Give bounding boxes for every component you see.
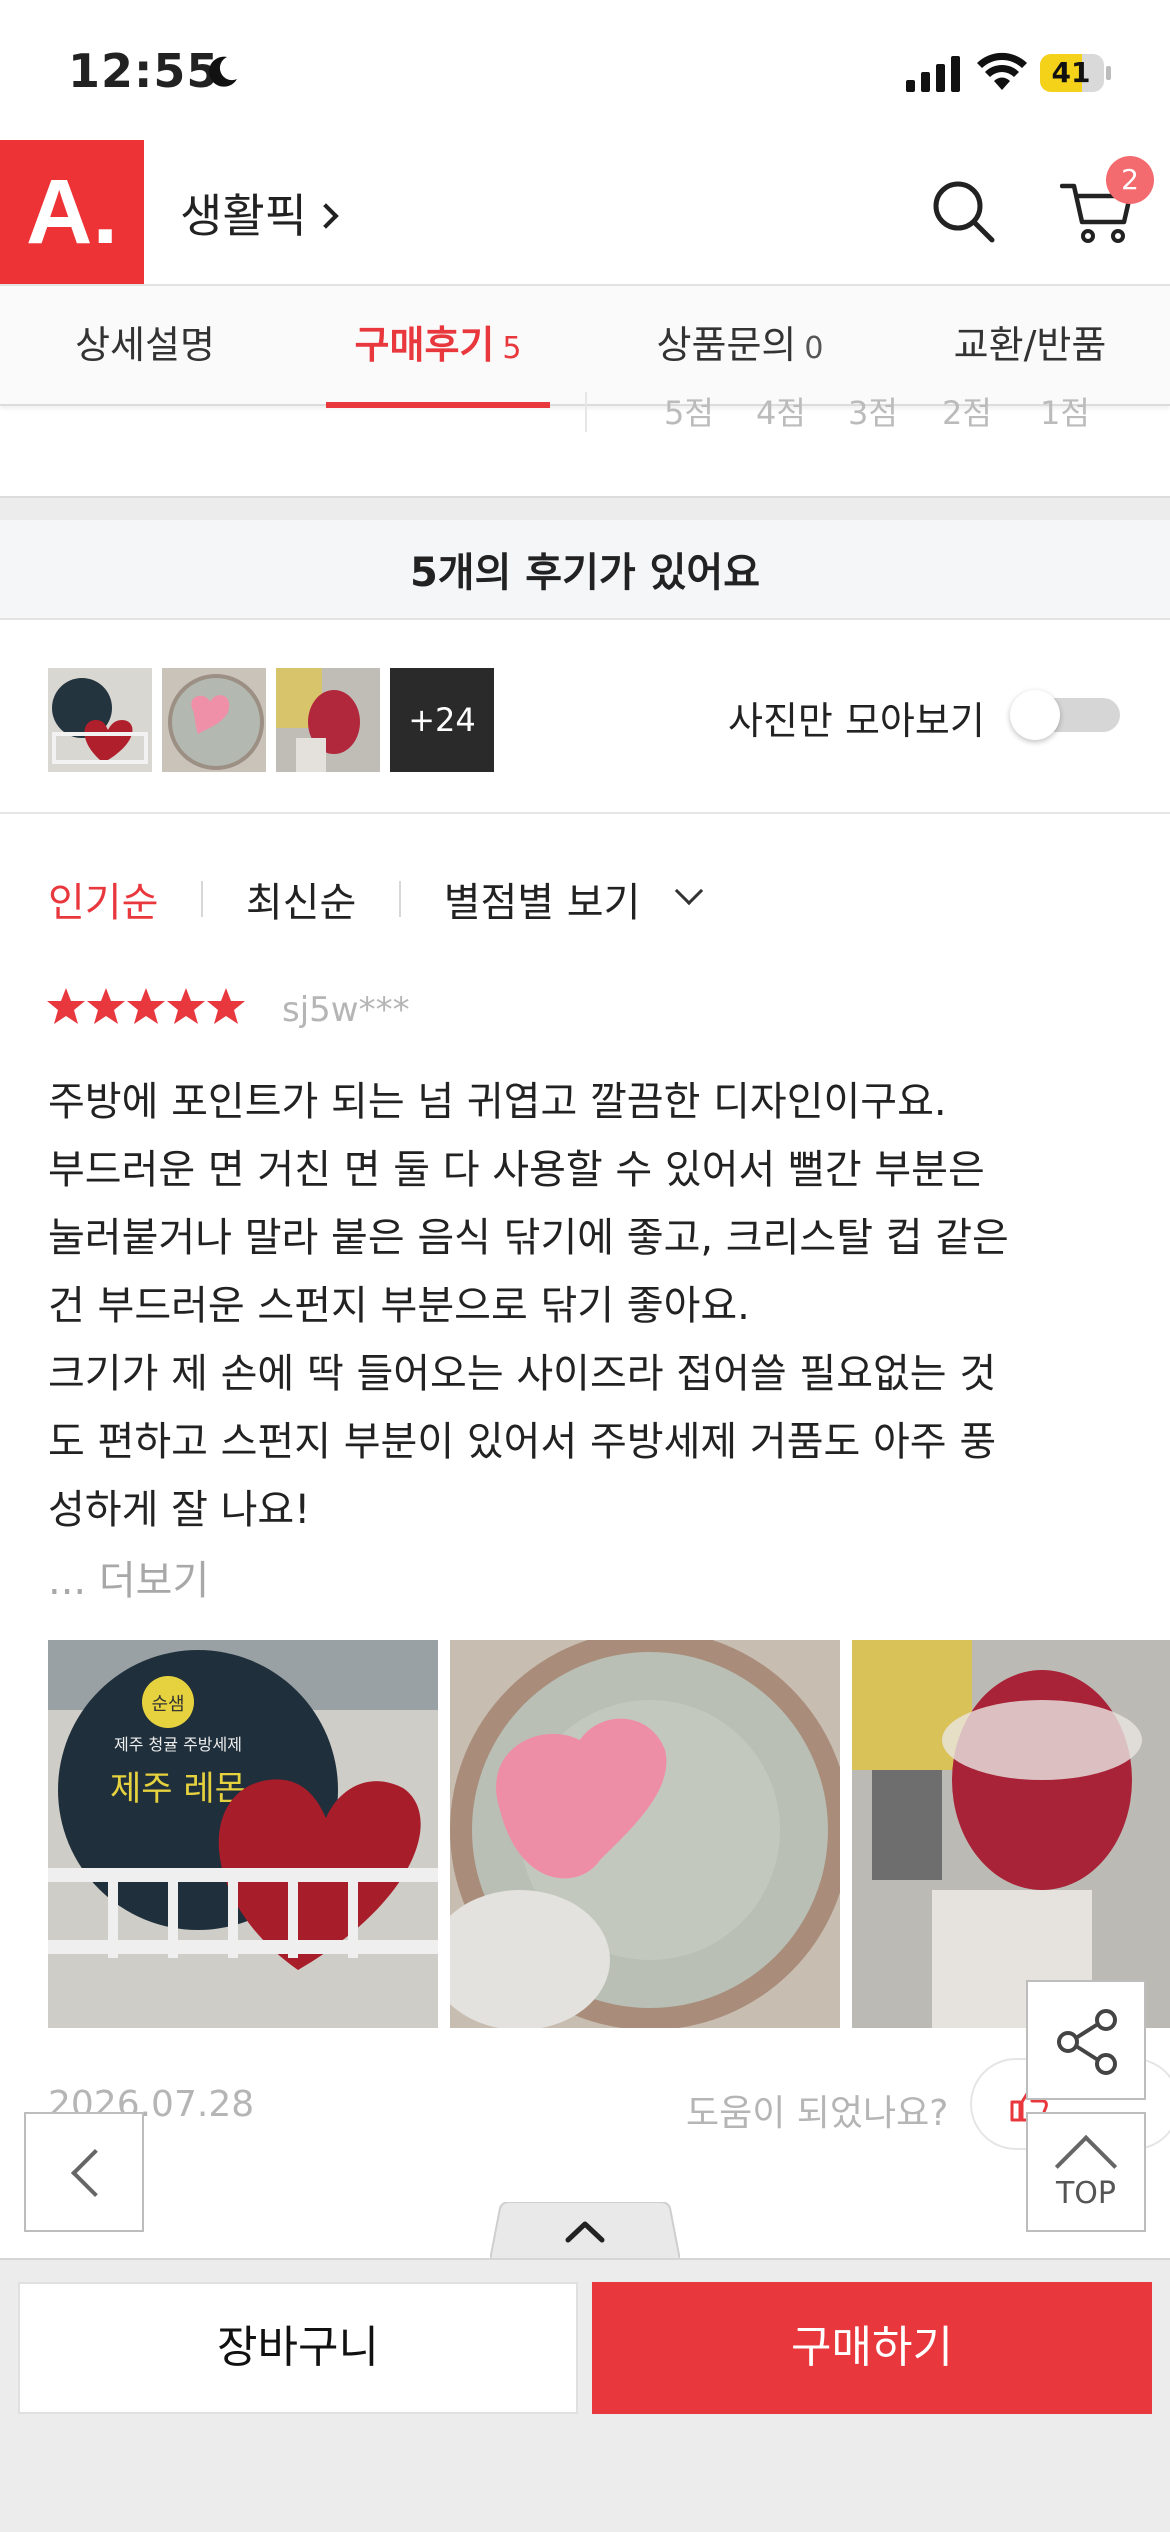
category-breadcrumb[interactable]: 생활픽 xyxy=(180,180,339,246)
buy-now-button[interactable]: 구매하기 xyxy=(592,2282,1152,2414)
status-time: 12:55 xyxy=(68,44,220,98)
rating-axis-label: 4점 xyxy=(756,394,806,432)
star-icon xyxy=(207,988,245,1024)
review-photo[interactable] xyxy=(852,1640,1170,2028)
divider xyxy=(201,881,204,917)
photo-only-toggle[interactable] xyxy=(1010,690,1120,740)
read-more-link[interactable]: ... 더보기 xyxy=(48,1548,209,1606)
sort-by-rating[interactable]: 별점별 보기 xyxy=(444,870,641,928)
cart-count-badge: 2 xyxy=(1106,156,1154,204)
expand-handle[interactable] xyxy=(490,2202,680,2262)
review-photo-image: 순샘 제주 청귤 주방세제 제주 레몬 xyxy=(48,1640,438,2028)
svg-text:순샘: 순샘 xyxy=(151,1694,184,1715)
share-icon xyxy=(1057,2009,1117,2075)
tab-count: 5 xyxy=(502,331,522,366)
tab-returns[interactable]: 교환/반품 xyxy=(920,286,1140,406)
battery-level: 41 xyxy=(1051,56,1091,89)
rating-axis-label: 5점 xyxy=(664,394,714,432)
scroll-top-button[interactable]: TOP xyxy=(1026,2112,1146,2232)
sort-popular[interactable]: 인기순 xyxy=(48,870,158,928)
moon-icon xyxy=(208,56,237,87)
photo-caption: 제주 레몬 xyxy=(110,1769,246,1809)
back-button[interactable] xyxy=(24,2112,144,2232)
review-thumbnail[interactable] xyxy=(162,668,266,772)
rating-distribution-axis: 5점 4점 3점 2점 1점 xyxy=(0,392,1170,432)
toggle-knob xyxy=(1010,690,1060,740)
thumbnail-image xyxy=(162,668,266,772)
purchase-bar: 장바구니 구매하기 xyxy=(0,2258,1170,2532)
star-icon xyxy=(127,988,165,1024)
review-photos: 순샘 제주 청귤 주방세제 제주 레몬 xyxy=(48,1640,1170,2028)
tab-label: 상품문의 xyxy=(656,323,797,367)
status-bar: 12:55 41 xyxy=(0,0,1170,140)
reviewer-id: sj5w*** xyxy=(282,990,410,1030)
signal-icon xyxy=(906,56,960,92)
tab-label: 구매후기 xyxy=(354,323,495,367)
review-photo-strip: +24 사진만 모아보기 xyxy=(0,620,1170,814)
review-photo[interactable] xyxy=(450,1640,840,2028)
review-text: 주방에 포인트가 되는 넘 귀엽고 깔끔한 디자인이구요. 부드러운 면 거친 … xyxy=(48,1079,1009,1533)
rating-axis-label: 2점 xyxy=(942,394,992,432)
add-to-cart-button[interactable]: 장바구니 xyxy=(18,2282,578,2414)
sort-options: 인기순 최신순 별점별 보기 xyxy=(48,870,704,930)
logo[interactable]: A. xyxy=(0,140,144,284)
more-photos-button[interactable]: +24 xyxy=(390,668,494,772)
app-header: A. 생활픽 2 xyxy=(0,140,1170,286)
tab-reviews[interactable]: 구매후기 5 xyxy=(326,286,550,408)
chevron-left-icon xyxy=(70,2148,120,2198)
tab-inquiries[interactable]: 상품문의 0 xyxy=(620,286,860,406)
chevron-down-icon xyxy=(674,876,704,906)
rating-divider xyxy=(585,392,587,432)
share-button[interactable] xyxy=(1026,1980,1146,2100)
divider xyxy=(398,881,401,917)
photo-caption: 제주 청귤 주방세제 xyxy=(114,1735,242,1754)
wifi-icon xyxy=(977,52,1027,90)
photo-only-label: 사진만 모아보기 xyxy=(728,699,985,743)
sort-latest[interactable]: 최신순 xyxy=(246,870,356,928)
rating-axis-label: 1점 xyxy=(1040,394,1090,432)
search-icon[interactable] xyxy=(930,178,996,244)
helpful-question: 도움이 되었나요? xyxy=(686,2093,949,2134)
top-label: TOP xyxy=(1055,2176,1117,2211)
star-rating xyxy=(46,986,246,1032)
product-tabs: 상세설명 구매후기 5 상품문의 0 교환/반품 xyxy=(0,286,1170,408)
thumbnail-image xyxy=(48,668,152,772)
star-icon xyxy=(87,988,125,1024)
review-photo-image xyxy=(450,1640,840,2028)
star-icon xyxy=(167,988,205,1024)
section-divider xyxy=(0,496,1170,520)
breadcrumb-label: 생활픽 xyxy=(180,189,307,243)
thumbnail-image xyxy=(276,668,380,772)
review-count-banner: 5개의 후기가 있어요 xyxy=(0,520,1170,620)
review-photo[interactable]: 순샘 제주 청귤 주방세제 제주 레몬 xyxy=(48,1640,438,2028)
review-photo-image xyxy=(852,1640,1170,2028)
tab-label: 교환/반품 xyxy=(953,323,1107,367)
chevron-right-icon xyxy=(313,202,339,229)
review-thumbnail[interactable] xyxy=(48,668,152,772)
review-thumbnail[interactable] xyxy=(276,668,380,772)
rating-axis-label: 3점 xyxy=(848,394,898,432)
tab-count: 0 xyxy=(804,331,824,366)
tab-label: 상세설명 xyxy=(75,323,215,367)
tab-details[interactable]: 상세설명 xyxy=(30,286,260,406)
star-icon xyxy=(47,988,85,1024)
